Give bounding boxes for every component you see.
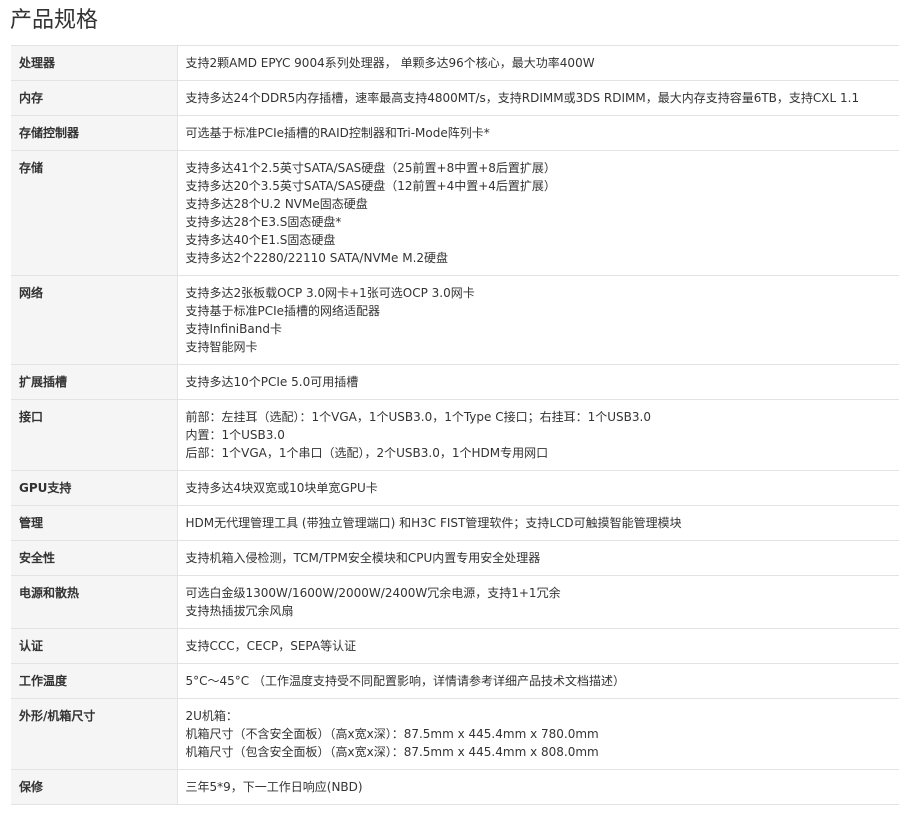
spec-label: 存储控制器 [11, 115, 178, 151]
spec-value: 2U机箱： 机箱尺寸（不含安全面板）（高x宽x深）：87.5mm x 445.4m… [177, 698, 899, 770]
spec-value: 支持多达41个2.5英寸SATA/SAS硬盘（25前置+8中置+8后置扩展） 支持… [177, 150, 899, 276]
spec-row: GPU支持 支持多达4块双宽或10块单宽GPU卡 [11, 470, 899, 506]
spec-label: 内存 [11, 80, 178, 116]
spec-value: 支持多达4块双宽或10块单宽GPU卡 [177, 470, 899, 506]
spec-value-line: 支持机箱入侵检测，TCM/TPM安全模块和CPU内置专用安全处理器 [185, 551, 541, 565]
spec-value: 支持CCC，CECP，SEPA等认证 [177, 628, 899, 664]
spec-label: 电源和散热 [11, 575, 178, 629]
spec-value-line: 支持多达24个DDR5内存插槽，速率最高支持4800MT/s，支持RDIMM或3… [185, 91, 860, 105]
spec-table: 处理器 支持2颗AMD EPYC 9004系列处理器， 单颗多达96个核心，最大功… [11, 45, 899, 805]
spec-label: 管理 [11, 505, 178, 541]
spec-value: 支持多达24个DDR5内存插槽，速率最高支持4800MT/s，支持RDIMM或3… [177, 80, 899, 116]
spec-value-line: 支持CCC，CECP，SEPA等认证 [185, 639, 357, 653]
spec-row: 管理 HDM无代理管理工具 (带独立管理端口) 和H3C FIST管理软件；支持L… [11, 505, 899, 541]
spec-value-line: 后部：1个VGA，1个串口（选配），2个USB3.0，1个HDM专用网口 [185, 446, 549, 460]
spec-value-line: 支持多达4块双宽或10块单宽GPU卡 [185, 481, 378, 495]
spec-value-line: 2U机箱： [185, 709, 238, 723]
spec-row: 网络 支持多达2张板载OCP 3.0网卡+1张可选OCP 3.0网卡 支持基于标准P… [11, 275, 899, 365]
page-title: 产品规格 [10, 8, 99, 33]
spec-label: 外形/机箱尺寸 [11, 698, 178, 770]
spec-row: 电源和散热 可选白金级1300W/1600W/2000W/2400W冗余电源，支持… [11, 575, 899, 629]
spec-row: 处理器 支持2颗AMD EPYC 9004系列处理器， 单颗多达96个核心，最大功… [11, 45, 899, 81]
spec-value: 支持2颗AMD EPYC 9004系列处理器， 单颗多达96个核心，最大功率40… [177, 45, 899, 81]
spec-value-line: 机箱尺寸（包含安全面板）（高x宽x深）：87.5mm x 445.4mm x 8… [185, 745, 599, 759]
spec-value-line: 支持基于标准PCIe插槽的网络适配器 [185, 304, 381, 318]
spec-value-line: 支持智能网卡 [185, 340, 258, 354]
spec-value-line: 支持多达28个E3.S固态硬盘* [185, 215, 342, 229]
spec-row: 接口 前部：左挂耳（选配）：1个VGA，1个USB3.0，1个Type C接口；右… [11, 399, 899, 471]
spec-label: 网络 [11, 275, 178, 365]
spec-value: 三年5*9，下一工作日响应(NBD) [177, 769, 899, 805]
spec-value: 前部：左挂耳（选配）：1个VGA，1个USB3.0，1个Type C接口；右挂耳… [177, 399, 899, 471]
spec-label: 处理器 [11, 45, 178, 81]
spec-value-line: 内置：1个USB3.0 [185, 428, 285, 442]
spec-value-line: HDM无代理管理工具 (带独立管理端口) 和H3C FIST管理软件；支持LCD… [185, 516, 682, 530]
spec-value: 支持机箱入侵检测，TCM/TPM安全模块和CPU内置专用安全处理器 [177, 540, 899, 576]
spec-row: 外形/机箱尺寸 2U机箱： 机箱尺寸（不含安全面板）（高x宽x深）：87.5mm x… [11, 698, 899, 770]
spec-label: 认证 [11, 628, 178, 664]
spec-value-line: 支持多达2个2280/22110 SATA/NVMe M.2硬盘 [185, 251, 449, 265]
spec-label: 扩展插槽 [11, 364, 178, 400]
spec-value: 支持多达10个PCIe 5.0可用插槽 [177, 364, 899, 400]
spec-value: 可选基于标准PCIe插槽的RAID控制器和Tri-Mode阵列卡* [177, 115, 899, 151]
spec-value: 5°C～45°C （工作温度支持受不同配置影响，详情请参考详细产品技术文档描述） [177, 663, 899, 699]
spec-value-line: 机箱尺寸（不含安全面板）（高x宽x深）：87.5mm x 445.4mm x 7… [185, 727, 599, 741]
spec-value: 可选白金级1300W/1600W/2000W/2400W冗余电源，支持1+1冗余… [177, 575, 899, 629]
spec-value: 支持多达2张板载OCP 3.0网卡+1张可选OCP 3.0网卡 支持基于标准PCI… [177, 275, 899, 365]
spec-label: 保修 [11, 769, 178, 805]
spec-value: HDM无代理管理工具 (带独立管理端口) 和H3C FIST管理软件；支持LCD… [177, 505, 899, 541]
spec-value-line: 支持多达20个3.5英寸SATA/SAS硬盘（12前置+4中置+4后置扩展） [185, 179, 556, 193]
spec-value-line: 可选基于标准PCIe插槽的RAID控制器和Tri-Mode阵列卡* [185, 126, 490, 140]
spec-value-line: 支持InfiniBand卡 [185, 322, 282, 336]
spec-value-line: 前部：左挂耳（选配）：1个VGA，1个USB3.0，1个Type C接口；右挂耳… [185, 410, 651, 424]
spec-row: 内存 支持多达24个DDR5内存插槽，速率最高支持4800MT/s，支持RDIMM… [11, 80, 899, 116]
spec-value-line: 支持2颗AMD EPYC 9004系列处理器， 单颗多达96个核心，最大功率40… [185, 56, 595, 70]
spec-label: 存储 [11, 150, 178, 276]
spec-value-line: 支持多达40个E1.S固态硬盘 [185, 233, 336, 247]
spec-row: 扩展插槽 支持多达10个PCIe 5.0可用插槽 [11, 364, 899, 400]
spec-table-body: 处理器 支持2颗AMD EPYC 9004系列处理器， 单颗多达96个核心，最大功… [11, 45, 899, 805]
spec-value-line: 可选白金级1300W/1600W/2000W/2400W冗余电源，支持1+1冗余 [185, 586, 561, 600]
spec-value-line: 三年5*9，下一工作日响应(NBD) [185, 780, 363, 794]
spec-value-line: 支持多达28个U.2 NVMe固态硬盘 [185, 197, 368, 211]
spec-row: 保修 三年5*9，下一工作日响应(NBD) [11, 769, 899, 805]
spec-row: 安全性 支持机箱入侵检测，TCM/TPM安全模块和CPU内置专用安全处理器 [11, 540, 899, 576]
spec-value-line: 支持多达10个PCIe 5.0可用插槽 [185, 375, 359, 389]
spec-label: GPU支持 [11, 470, 178, 506]
spec-row: 存储控制器 可选基于标准PCIe插槽的RAID控制器和Tri-Mode阵列卡* [11, 115, 899, 151]
spec-label: 接口 [11, 399, 178, 471]
spec-row: 存储 支持多达41个2.5英寸SATA/SAS硬盘（25前置+8中置+8后置扩展）… [11, 150, 899, 276]
spec-value-line: 支持多达2张板载OCP 3.0网卡+1张可选OCP 3.0网卡 [185, 286, 475, 300]
spec-label: 安全性 [11, 540, 178, 576]
spec-row: 工作温度 5°C～45°C （工作温度支持受不同配置影响，详情请参考详细产品技术文… [11, 663, 899, 699]
spec-row: 认证 支持CCC，CECP，SEPA等认证 [11, 628, 899, 664]
spec-value-line: 5°C～45°C （工作温度支持受不同配置影响，详情请参考详细产品技术文档描述） [185, 674, 625, 688]
spec-value-line: 支持热插拔冗余风扇 [185, 604, 294, 618]
spec-value-line: 支持多达41个2.5英寸SATA/SAS硬盘（25前置+8中置+8后置扩展） [185, 161, 556, 175]
spec-label: 工作温度 [11, 663, 178, 699]
